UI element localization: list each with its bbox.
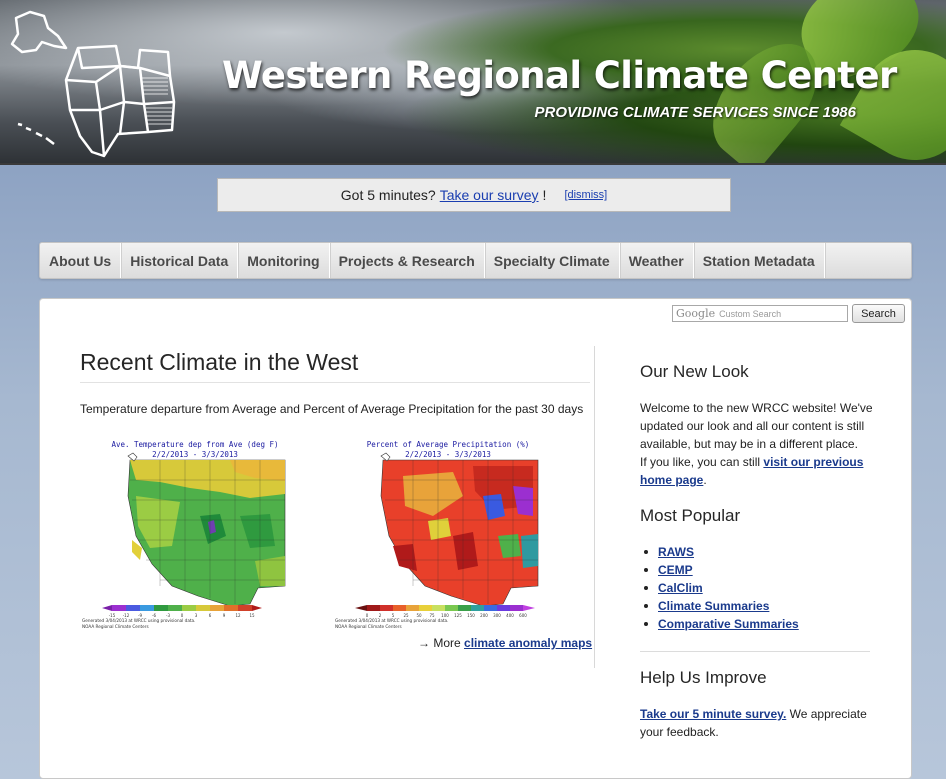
colorbar-tick-label: 150 (467, 613, 475, 618)
precip-map-credit-org: NOAA Regional Climate Centers (335, 624, 402, 629)
list-item: Comparative Summaries (644, 615, 799, 633)
nav-monitoring[interactable]: Monitoring (238, 243, 330, 278)
new-look-prefix: If you like, you can still (640, 455, 764, 469)
most-popular-list: RAWS CEMP CalClim Climate Summaries Comp… (644, 543, 799, 633)
temp-colorbar (102, 605, 262, 611)
dismiss-link[interactable]: [dismiss] (564, 189, 607, 201)
search-input[interactable]: Google Custom Search (672, 305, 848, 322)
google-logo: Google (676, 307, 716, 320)
colorbar-tick-label: 125 (454, 613, 462, 618)
new-look-heading: Our New Look (640, 362, 749, 381)
take-survey-link[interactable]: Take our 5 minute survey. (640, 707, 786, 721)
main-nav: About Us Historical Data Monitoring Proj… (39, 242, 912, 279)
site-banner: Western Regional Climate Center PROVIDIN… (0, 0, 946, 165)
temp-map-title: Ave. Temperature dep from Ave (deg F) (111, 440, 278, 449)
popular-link-calclim[interactable]: CalClim (658, 579, 703, 597)
site-tagline: PROVIDING CLIMATE SERVICES SINCE 1986 (534, 104, 856, 121)
popular-link-comparative-summaries[interactable]: Comparative Summaries (658, 615, 799, 633)
nav-weather[interactable]: Weather (620, 243, 694, 278)
nav-specialty-climate[interactable]: Specialty Climate (485, 243, 620, 278)
colorbar-tick-label: 6 (209, 613, 212, 618)
list-item: RAWS (644, 543, 799, 561)
temp-map-credit-org: NOAA Regional Climate Centers (82, 624, 149, 629)
survey-notice: Got 5 minutes? Take our survey ! [dismis… (217, 178, 731, 212)
bullet-icon (644, 586, 648, 590)
colorbar-tick-label: 200 (480, 613, 488, 618)
temperature-departure-map[interactable]: Ave. Temperature dep from Ave (deg F) 2/… (80, 436, 310, 634)
precip-map-dates: 2/2/2013 - 3/3/2013 (405, 450, 491, 459)
nav-about-us[interactable]: About Us (40, 243, 122, 278)
survey-prompt: Got 5 minutes? (340, 187, 436, 203)
column-divider (594, 346, 595, 668)
help-improve-text: Take our 5 minute survey. We appreciate … (640, 705, 880, 741)
colorbar-tick-label: 12 (235, 613, 241, 618)
climate-anomaly-maps-link[interactable]: climate anomaly maps (464, 636, 592, 650)
precip-map-credit: Generated 3/04/2013 at WRCC using provis… (335, 618, 448, 623)
list-item: CEMP (644, 561, 799, 579)
colorbar-tick-label: 300 (493, 613, 501, 618)
bullet-icon (644, 568, 648, 572)
site-title[interactable]: Western Regional Climate Center (222, 54, 897, 97)
new-look-description: Welcome to the new WRCC website! We've u… (640, 401, 873, 451)
more-maps: → More climate anomaly maps (418, 636, 592, 650)
survey-exclamation: ! (542, 187, 547, 203)
most-popular-heading: Most Popular (640, 506, 741, 525)
bullet-icon (644, 622, 648, 626)
bullet-icon (644, 604, 648, 608)
new-look-end: . (703, 473, 707, 487)
new-look-text: Welcome to the new WRCC website! We've u… (640, 399, 880, 489)
nav-projects-research[interactable]: Projects & Research (330, 243, 485, 278)
colorbar-tick-label: 600 (519, 613, 527, 618)
temp-map-dates: 2/2/2013 - 3/3/2013 (152, 450, 238, 459)
precip-colorbar (355, 605, 535, 611)
search-button[interactable]: Search (852, 304, 905, 323)
colorbar-tick-label: 9 (223, 613, 226, 618)
nav-historical-data[interactable]: Historical Data (121, 243, 239, 278)
popular-link-raws[interactable]: RAWS (658, 543, 694, 561)
colorbar-tick-label: 400 (506, 613, 514, 618)
precipitation-percent-map[interactable]: Percent of Average Precipitation (%) 2/2… (333, 436, 563, 634)
list-item: CalClim (644, 579, 799, 597)
list-item: Climate Summaries (644, 597, 799, 615)
popular-link-cemp[interactable]: CEMP (658, 561, 693, 579)
nav-station-metadata[interactable]: Station Metadata (694, 243, 825, 278)
precip-map-title: Percent of Average Precipitation (%) (367, 440, 530, 449)
colorbar-tick-label: 15 (249, 613, 255, 618)
more-prefix: → More (418, 636, 465, 650)
sidebar-divider (640, 651, 870, 652)
temp-map-credit: Generated 3/04/2013 at WRCC using provis… (82, 618, 195, 623)
search-placeholder: Custom Search (719, 308, 782, 319)
page-title: Recent Climate in the West (80, 349, 590, 383)
maps-intro-text: Temperature departure from Average and P… (80, 402, 584, 416)
survey-link[interactable]: Take our survey (440, 187, 539, 203)
help-improve-heading: Help Us Improve (640, 668, 767, 687)
western-states-map-icon (10, 10, 176, 158)
bullet-icon (644, 550, 648, 554)
popular-link-climate-summaries[interactable]: Climate Summaries (658, 597, 769, 615)
